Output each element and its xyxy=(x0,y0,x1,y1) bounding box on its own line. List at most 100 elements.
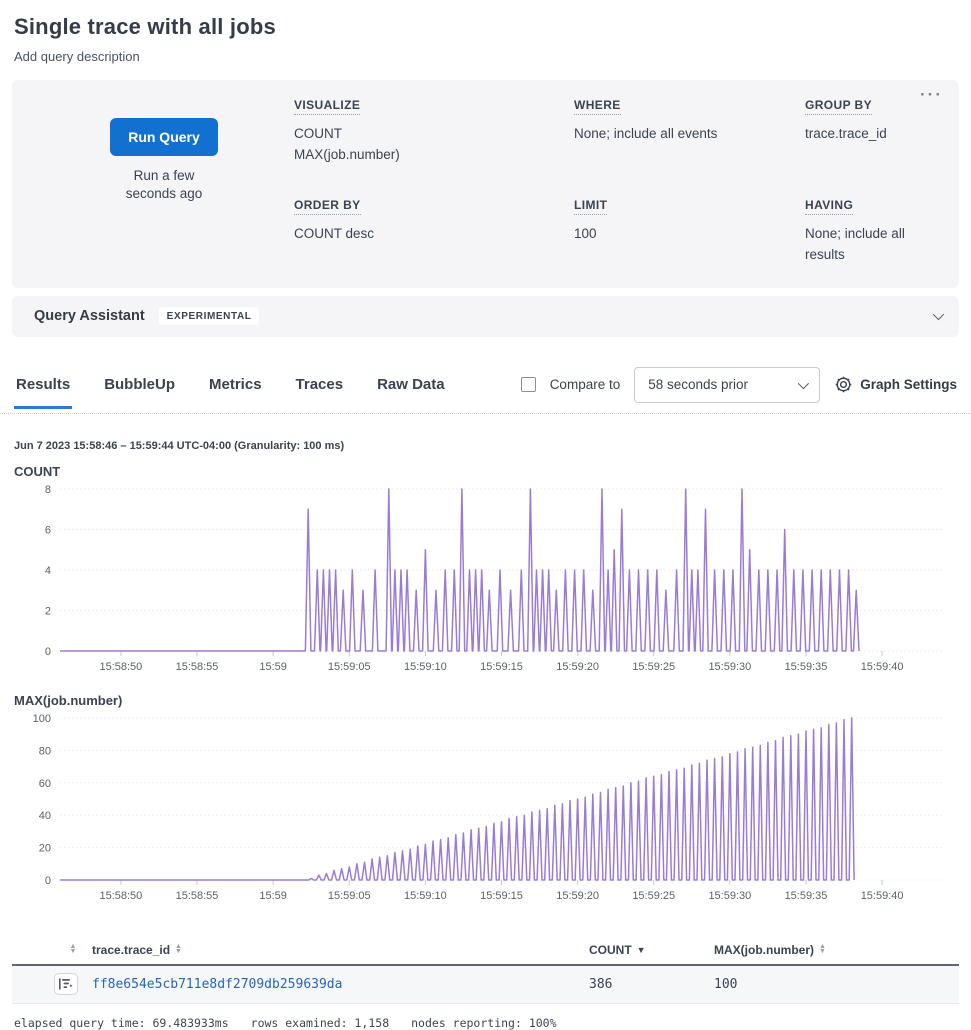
having-value[interactable]: None; include all results xyxy=(805,224,937,266)
tab-results[interactable]: Results xyxy=(14,372,72,409)
svg-text:15:59:10: 15:59:10 xyxy=(404,890,447,902)
group-by-clause[interactable]: GROUP BY trace.trace_id xyxy=(805,96,937,166)
svg-text:15:58:50: 15:58:50 xyxy=(99,890,142,902)
svg-text:8: 8 xyxy=(45,484,51,496)
group-by-label[interactable]: GROUP BY xyxy=(805,98,872,115)
experimental-badge: EXPERIMENTAL xyxy=(159,307,260,325)
limit-value[interactable]: 100 xyxy=(574,224,805,245)
visualize-label[interactable]: VISUALIZE xyxy=(294,98,360,115)
query-builder-panel: ··· VISUALIZE COUNT MAX(job.number) WHER… xyxy=(12,80,959,288)
svg-text:15:59:15: 15:59:15 xyxy=(480,890,523,902)
max-chart[interactable]: 02040608010015:58:5015:58:5515:5915:59:0… xyxy=(8,708,963,910)
results-table: ▲▼ trace.trace_id ▲▼ COUNT ▼ MAX(job.num… xyxy=(12,936,959,1004)
rows-examined-stat: rows examined: 1,158 xyxy=(251,1016,389,1030)
max-chart-title: MAX(job.number) xyxy=(0,693,971,708)
svg-text:15:59: 15:59 xyxy=(259,890,287,902)
order-by-value[interactable]: COUNT desc xyxy=(294,224,574,245)
tab-metrics[interactable]: Metrics xyxy=(207,372,264,409)
max-cell: 100 xyxy=(714,977,737,992)
where-clause[interactable]: WHERE None; include all events xyxy=(574,96,805,166)
svg-text:15:59:10: 15:59:10 xyxy=(404,661,447,673)
column-count-label[interactable]: COUNT xyxy=(589,943,632,957)
count-chart-container: 0246815:58:5015:58:5515:5915:59:0515:59:… xyxy=(0,479,971,681)
svg-text:15:59:40: 15:59:40 xyxy=(861,890,904,902)
trace-waterfall-icon xyxy=(59,978,73,990)
group-by-value[interactable]: trace.trace_id xyxy=(805,124,937,145)
order-by-clause[interactable]: ORDER BY COUNT desc xyxy=(294,196,574,266)
column-trace-id-label[interactable]: trace.trace_id xyxy=(92,943,170,957)
svg-text:60: 60 xyxy=(39,777,51,789)
visualize-value-max[interactable]: MAX(job.number) xyxy=(294,145,574,166)
compare-to-label: Compare to xyxy=(550,377,621,392)
sort-arrows-icon[interactable]: ▲▼ xyxy=(819,945,826,954)
svg-text:15:59:20: 15:59:20 xyxy=(556,890,599,902)
svg-text:100: 100 xyxy=(33,713,51,725)
query-description-link[interactable]: Add query description xyxy=(14,49,957,64)
limit-label[interactable]: LIMIT xyxy=(574,198,607,215)
run-status-text: Run a few seconds ago xyxy=(116,167,212,203)
page-title: Single trace with all jobs xyxy=(14,14,957,40)
svg-text:15:59:25: 15:59:25 xyxy=(632,890,675,902)
svg-text:15:59:05: 15:59:05 xyxy=(328,890,371,902)
tab-raw-data[interactable]: Raw Data xyxy=(375,372,447,409)
compare-to-checkbox[interactable] xyxy=(521,377,536,392)
sort-arrows-icon[interactable]: ▲▼ xyxy=(70,945,77,954)
svg-text:0: 0 xyxy=(45,875,51,887)
visualize-clause[interactable]: VISUALIZE COUNT MAX(job.number) xyxy=(294,96,574,166)
count-cell: 386 xyxy=(589,977,612,992)
count-chart[interactable]: 0246815:58:5015:58:5515:5915:59:0515:59:… xyxy=(8,479,963,681)
chevron-down-icon xyxy=(798,378,809,389)
order-by-label[interactable]: ORDER BY xyxy=(294,198,361,215)
where-label[interactable]: WHERE xyxy=(574,98,621,115)
where-value[interactable]: None; include all events xyxy=(574,124,805,145)
svg-text:15:59:15: 15:59:15 xyxy=(480,661,523,673)
table-row[interactable]: ff8e654e5cb711e8df2709db259639da 386 100 xyxy=(12,966,959,1004)
visualize-value-count[interactable]: COUNT xyxy=(294,124,574,145)
chevron-down-icon[interactable] xyxy=(933,309,944,320)
honeycomb-query-page: Single trace with all jobs Add query des… xyxy=(0,0,971,1030)
graph-settings-label: Graph Settings xyxy=(860,377,957,392)
page-header: Single trace with all jobs Add query des… xyxy=(0,0,971,64)
time-range-text: Jun 7 2023 15:58:46 – 15:59:44 UTC-04:00… xyxy=(0,440,971,452)
tab-bubbleup[interactable]: BubbleUp xyxy=(102,372,177,409)
compare-interval-value: 58 seconds prior xyxy=(648,377,748,392)
column-max-label[interactable]: MAX(job.number) xyxy=(714,943,814,957)
query-assistant-title: Query Assistant xyxy=(34,308,145,324)
run-query-button[interactable]: Run Query xyxy=(110,118,218,156)
svg-text:15:59:40: 15:59:40 xyxy=(861,661,904,673)
svg-text:2: 2 xyxy=(45,605,51,617)
trace-id-link[interactable]: ff8e654e5cb711e8df2709db259639da xyxy=(92,977,342,992)
sort-desc-icon[interactable]: ▼ xyxy=(637,945,646,955)
query-assistant-bar[interactable]: Query Assistant EXPERIMENTAL xyxy=(12,296,959,337)
tab-list: Results BubbleUp Metrics Traces Raw Data xyxy=(14,372,447,408)
svg-text:0: 0 xyxy=(45,646,51,658)
svg-text:15:59:05: 15:59:05 xyxy=(328,661,371,673)
svg-text:15:58:55: 15:58:55 xyxy=(176,890,219,902)
limit-clause[interactable]: LIMIT 100 xyxy=(574,196,805,266)
query-stats-footer: elapsed query time: 69.483933ms rows exa… xyxy=(0,1004,971,1030)
having-clause[interactable]: HAVING None; include all results xyxy=(805,196,937,266)
query-actions: Run Query Run a few seconds ago xyxy=(34,96,294,266)
more-menu-icon[interactable]: ··· xyxy=(920,86,943,103)
svg-text:15:59:35: 15:59:35 xyxy=(785,890,828,902)
svg-text:15:59:20: 15:59:20 xyxy=(556,661,599,673)
svg-text:15:59: 15:59 xyxy=(259,661,287,673)
sort-arrows-icon[interactable]: ▲▼ xyxy=(175,945,182,954)
results-tabs-row: Results BubbleUp Metrics Traces Raw Data… xyxy=(0,367,971,414)
svg-text:15:59:25: 15:59:25 xyxy=(632,661,675,673)
compare-interval-select[interactable]: 58 seconds prior xyxy=(634,367,820,403)
nodes-reporting-stat: nodes reporting: 100% xyxy=(411,1016,556,1030)
count-chart-title: COUNT xyxy=(0,464,971,479)
tab-traces[interactable]: Traces xyxy=(294,372,346,409)
view-trace-button[interactable] xyxy=(54,973,78,995)
having-label[interactable]: HAVING xyxy=(805,198,853,215)
svg-text:6: 6 xyxy=(45,524,51,536)
svg-text:15:59:30: 15:59:30 xyxy=(708,661,751,673)
svg-text:40: 40 xyxy=(39,810,51,822)
graph-settings-button[interactable]: Graph Settings xyxy=(834,375,957,394)
graph-toolbar: Compare to 58 seconds prior Graph Settin… xyxy=(521,367,957,413)
gear-icon xyxy=(834,375,853,394)
svg-text:15:58:55: 15:58:55 xyxy=(176,661,219,673)
svg-text:20: 20 xyxy=(39,842,51,854)
svg-text:15:59:30: 15:59:30 xyxy=(708,890,751,902)
